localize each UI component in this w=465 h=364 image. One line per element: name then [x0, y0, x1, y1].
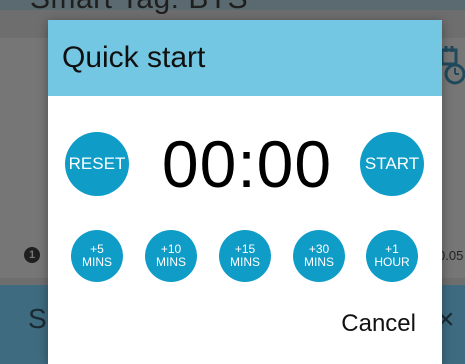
add-5-mins-button[interactable]: +5 MINS [71, 230, 123, 282]
dialog-header: Quick start [48, 20, 442, 96]
timer-row: RESET 00:00 START [48, 127, 442, 201]
cancel-button[interactable]: Cancel [341, 310, 416, 338]
background-badge: 1 [24, 247, 40, 263]
add-15-mins-amount: +15 [234, 242, 256, 256]
time-display: 00:00 [161, 127, 333, 201]
add-15-mins-button[interactable]: +15 MINS [219, 230, 271, 282]
increment-row: +5 MINS +10 MINS +15 MINS +30 MINS +1 HOUR [48, 230, 442, 282]
add-5-mins-amount: +5 [90, 242, 104, 256]
add-1-hour-unit: HOUR [374, 255, 410, 269]
dialog-title: Quick start [62, 41, 206, 74]
add-10-mins-unit: MINS [156, 255, 186, 269]
add-30-mins-button[interactable]: +30 MINS [293, 230, 345, 282]
add-15-mins-unit: MINS [230, 255, 260, 269]
start-button[interactable]: START [360, 132, 424, 196]
quick-start-dialog: Quick start RESET 00:00 START +5 MINS +10… [48, 20, 442, 364]
add-30-mins-amount: +30 [308, 242, 330, 256]
calendar-timer-icon [440, 46, 465, 85]
background-bar-label: S [28, 303, 47, 334]
background-title: Smart Tag: BTS [30, 0, 248, 16]
reset-button[interactable]: RESET [65, 132, 129, 196]
add-30-mins-unit: MINS [304, 255, 334, 269]
add-1-hour-amount: +1 [385, 242, 399, 256]
add-1-hour-button[interactable]: +1 HOUR [366, 230, 418, 282]
add-5-mins-unit: MINS [82, 255, 112, 269]
add-10-mins-amount: +10 [160, 242, 182, 256]
add-10-mins-button[interactable]: +10 MINS [145, 230, 197, 282]
